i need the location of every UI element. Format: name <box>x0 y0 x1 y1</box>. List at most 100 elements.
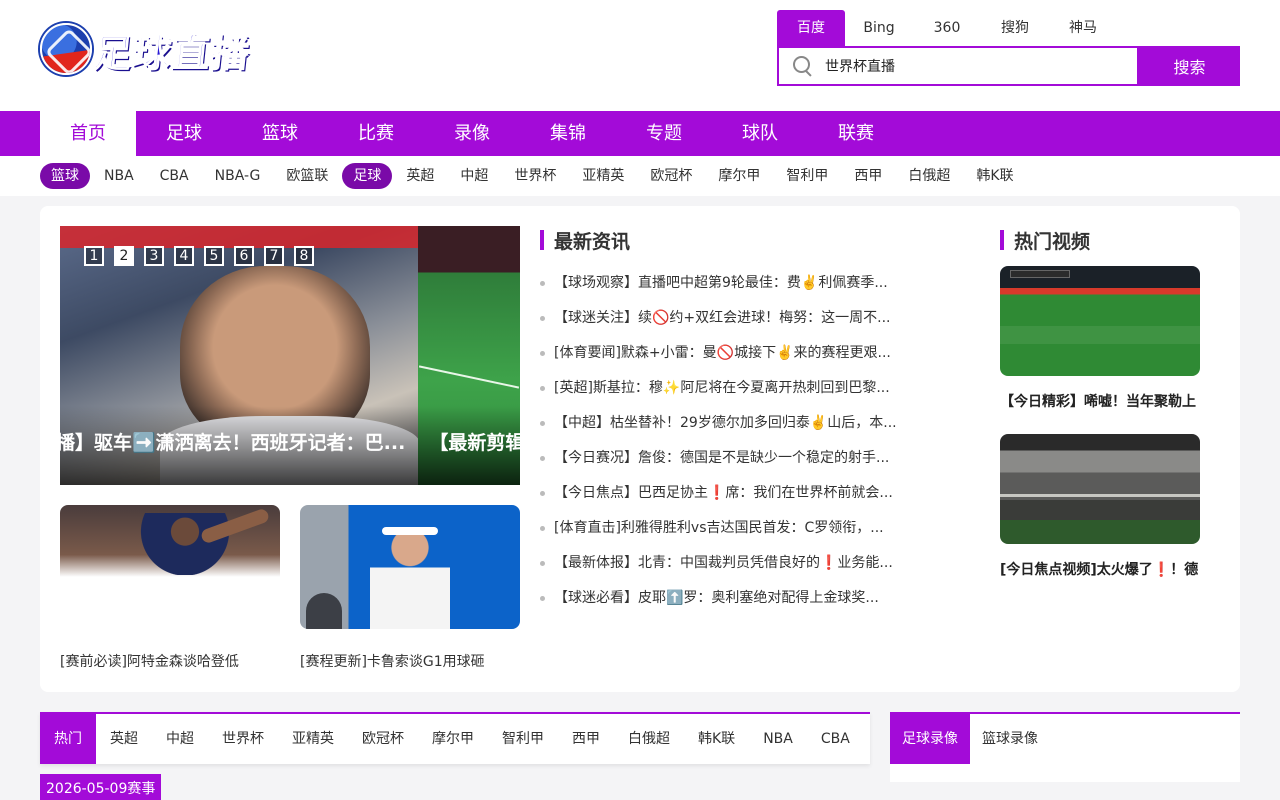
news-link[interactable]: 【球迷关注】续🚫约+双红会进球！梅努：这一周不... <box>554 301 912 336</box>
slider-dot[interactable]: 1 <box>84 246 104 266</box>
main-nav: 首页 足球 篮球 比赛 录像 集锦 专题 球队 联赛 <box>0 111 1280 156</box>
schedule-tab[interactable]: 摩尔甲 <box>418 714 488 764</box>
section-accent-bar <box>1000 230 1004 250</box>
schedule-tab[interactable]: 西甲 <box>558 714 614 764</box>
schedule-tab[interactable]: 韩K联 <box>684 714 749 764</box>
slider-dot[interactable]: 3 <box>144 246 164 266</box>
subnav-nba-g[interactable]: NBA-G <box>203 163 273 189</box>
thumb-card-1[interactable]: [赛前必读]阿特金森谈哈登低 <box>60 505 280 671</box>
subnav-moroccan-league[interactable]: 摩尔甲 <box>706 163 772 189</box>
nav-football[interactable]: 足球 <box>136 111 232 156</box>
news-item[interactable]: 【球场观察】直播吧中超第9轮最佳：费✌️利佩赛季... <box>540 266 920 301</box>
nav-matches[interactable]: 比赛 <box>328 111 424 156</box>
subnav-la-liga[interactable]: 西甲 <box>842 163 894 189</box>
news-link[interactable]: 【中超】枯坐替补！29岁德尔加多回归泰✌️山后，本... <box>554 406 912 441</box>
stand-rail <box>1000 494 1200 497</box>
schedule-tab[interactable]: NBA <box>749 714 807 764</box>
engine-tab-sogou[interactable]: 搜狗 <box>981 10 1049 46</box>
subnav-chile-league[interactable]: 智利甲 <box>774 163 840 189</box>
news-link[interactable]: [体育要闻]默森+小雷：曼🚫城接下✌️来的赛程更艰... <box>554 336 912 371</box>
slide-caption[interactable]: 播】驱车➡️潇洒离去！西班牙记者：巴... 【最新剪辑 <box>60 428 520 455</box>
recordings-body <box>890 764 1240 782</box>
news-link[interactable]: 【今日焦点】巴西足协主❗席：我们在世界杯前就会... <box>554 476 912 511</box>
news-link[interactable]: [体育直击]利雅得胜利vs吉达国民首发：C罗领衔，... <box>554 511 912 546</box>
schedule-tab[interactable]: 欧冠杯 <box>348 714 418 764</box>
nav-teams[interactable]: 球队 <box>712 111 808 156</box>
subnav-k-league[interactable]: 韩K联 <box>964 163 1025 189</box>
schedule-tab[interactable]: 英超 <box>96 714 152 764</box>
nav-leagues[interactable]: 联赛 <box>808 111 904 156</box>
bullet-icon <box>540 561 545 566</box>
schedule-tab[interactable]: 世界杯 <box>208 714 278 764</box>
thumb-title[interactable]: [赛程更新]卡鲁索谈G1用球砸 <box>300 651 520 671</box>
nav-highlights[interactable]: 集锦 <box>520 111 616 156</box>
thumb-player <box>140 513 230 575</box>
nav-basketball[interactable]: 篮球 <box>232 111 328 156</box>
engine-tab-baidu[interactable]: 百度 <box>777 10 845 46</box>
subnav-csl[interactable]: 中超 <box>448 163 500 189</box>
subnav-nba[interactable]: NBA <box>92 163 146 189</box>
site-logo[interactable]: 足球直播 <box>40 22 270 76</box>
slider-dot[interactable]: 4 <box>174 246 194 266</box>
slider-dot-active[interactable]: 2 <box>114 246 134 266</box>
engine-tab-360[interactable]: 360 <box>913 10 981 46</box>
subnav-ucl[interactable]: 欧冠杯 <box>638 163 704 189</box>
news-item[interactable]: 【球迷关注】续🚫约+双红会进球！梅努：这一周不... <box>540 301 920 336</box>
search-input[interactable] <box>825 58 1115 74</box>
subnav-world-cup[interactable]: 世界杯 <box>502 163 568 189</box>
news-item[interactable]: [体育直击]利雅得胜利vs吉达国民首发：C罗领衔，... <box>540 511 920 546</box>
thumb-card-2[interactable]: [赛程更新]卡鲁索谈G1用球砸 <box>300 505 520 671</box>
search-box <box>777 46 1139 86</box>
news-item[interactable]: [英超]斯基拉：穆✨阿尼将在今夏离开热刺回到巴黎... <box>540 371 920 406</box>
slide-caption-next: 【最新剪辑 <box>429 432 520 454</box>
news-link[interactable]: 【今日赛况】詹俊：德国是不是缺少一个稳定的射手... <box>554 441 912 476</box>
schedule-tab[interactable]: 亚精英 <box>278 714 348 764</box>
content-card: 播】驱车➡️潇洒离去！西班牙记者：巴... 【最新剪辑 1 2 3 4 5 6 7… <box>40 206 1240 692</box>
subnav-euroleague[interactable]: 欧篮联 <box>274 163 340 189</box>
video-thumbnail-1[interactable] <box>1000 266 1200 376</box>
subnav-premier-league[interactable]: 英超 <box>394 163 446 189</box>
schedule-tab[interactable]: CBA <box>807 714 864 764</box>
subnav-belarus-league[interactable]: 白俄超 <box>896 163 962 189</box>
subnav-cba[interactable]: CBA <box>148 163 201 189</box>
news-link[interactable]: 【球场观察】直播吧中超第9轮最佳：费✌️利佩赛季... <box>554 266 912 301</box>
search-button[interactable]: 搜索 <box>1139 46 1240 86</box>
nav-topics[interactable]: 专题 <box>616 111 712 156</box>
subnav-afc-elite[interactable]: 亚精英 <box>570 163 636 189</box>
bullet-icon <box>540 351 545 356</box>
news-item[interactable]: 【今日赛况】詹俊：德国是不是缺少一个稳定的射手... <box>540 441 920 476</box>
pitch-line <box>418 365 520 389</box>
hero-slider[interactable]: 播】驱车➡️潇洒离去！西班牙记者：巴... 【最新剪辑 1 2 3 4 5 6 7… <box>60 226 520 485</box>
schedule-tab-hot[interactable]: 热门 <box>40 714 96 764</box>
thumb-title[interactable]: [赛前必读]阿特金森谈哈登低 <box>60 651 280 671</box>
engine-tab-bing[interactable]: Bing <box>845 10 913 46</box>
nav-recordings[interactable]: 录像 <box>424 111 520 156</box>
video-thumbnail-2[interactable] <box>1000 434 1200 544</box>
bullet-icon <box>540 316 545 321</box>
news-item[interactable]: 【最新体报】北青：中国裁判员凭借良好的❗业务能... <box>540 546 920 581</box>
subnav-football[interactable]: 足球 <box>342 163 393 189</box>
schedule-tab[interactable]: 中超 <box>152 714 208 764</box>
video-title[interactable]: 【今日精彩】唏嘘！当年聚勒上 <box>1000 391 1200 411</box>
tab-basketball-recordings[interactable]: 篮球录像 <box>970 714 1050 764</box>
nav-home[interactable]: 首页 <box>40 111 136 156</box>
slider-dot[interactable]: 5 <box>204 246 224 266</box>
subnav-basketball[interactable]: 篮球 <box>40 163 90 189</box>
tab-football-recordings[interactable]: 足球录像 <box>890 714 970 764</box>
video-title[interactable]: [今日焦点视频]太火爆了❗！德 <box>1000 559 1200 579</box>
slider-dot[interactable]: 8 <box>294 246 314 266</box>
news-item[interactable]: 【球迷必看】皮耶⬆️罗：奥利塞绝对配得上金球奖... <box>540 581 920 616</box>
schedule-tab[interactable]: 白俄超 <box>614 714 684 764</box>
engine-tab-shenma[interactable]: 神马 <box>1049 10 1117 46</box>
news-item[interactable]: 【今日焦点】巴西足协主❗席：我们在世界杯前就会... <box>540 476 920 511</box>
slider-dot[interactable]: 7 <box>264 246 284 266</box>
news-link[interactable]: [英超]斯基拉：穆✨阿尼将在今夏离开热刺回到巴黎... <box>554 371 912 406</box>
news-link[interactable]: 【最新体报】北青：中国裁判员凭借良好的❗业务能... <box>554 546 912 581</box>
news-item[interactable]: [体育要闻]默森+小雷：曼🚫城接下✌️来的赛程更艰... <box>540 336 920 371</box>
bullet-icon <box>540 596 545 601</box>
news-item[interactable]: 【中超】枯坐替补！29岁德尔加多回归泰✌️山后，本... <box>540 406 920 441</box>
news-link[interactable]: 【球迷必看】皮耶⬆️罗：奥利塞绝对配得上金球奖... <box>554 581 912 616</box>
latest-news-header: 最新资讯 <box>540 226 920 254</box>
schedule-tab[interactable]: 智利甲 <box>488 714 558 764</box>
slider-dot[interactable]: 6 <box>234 246 254 266</box>
